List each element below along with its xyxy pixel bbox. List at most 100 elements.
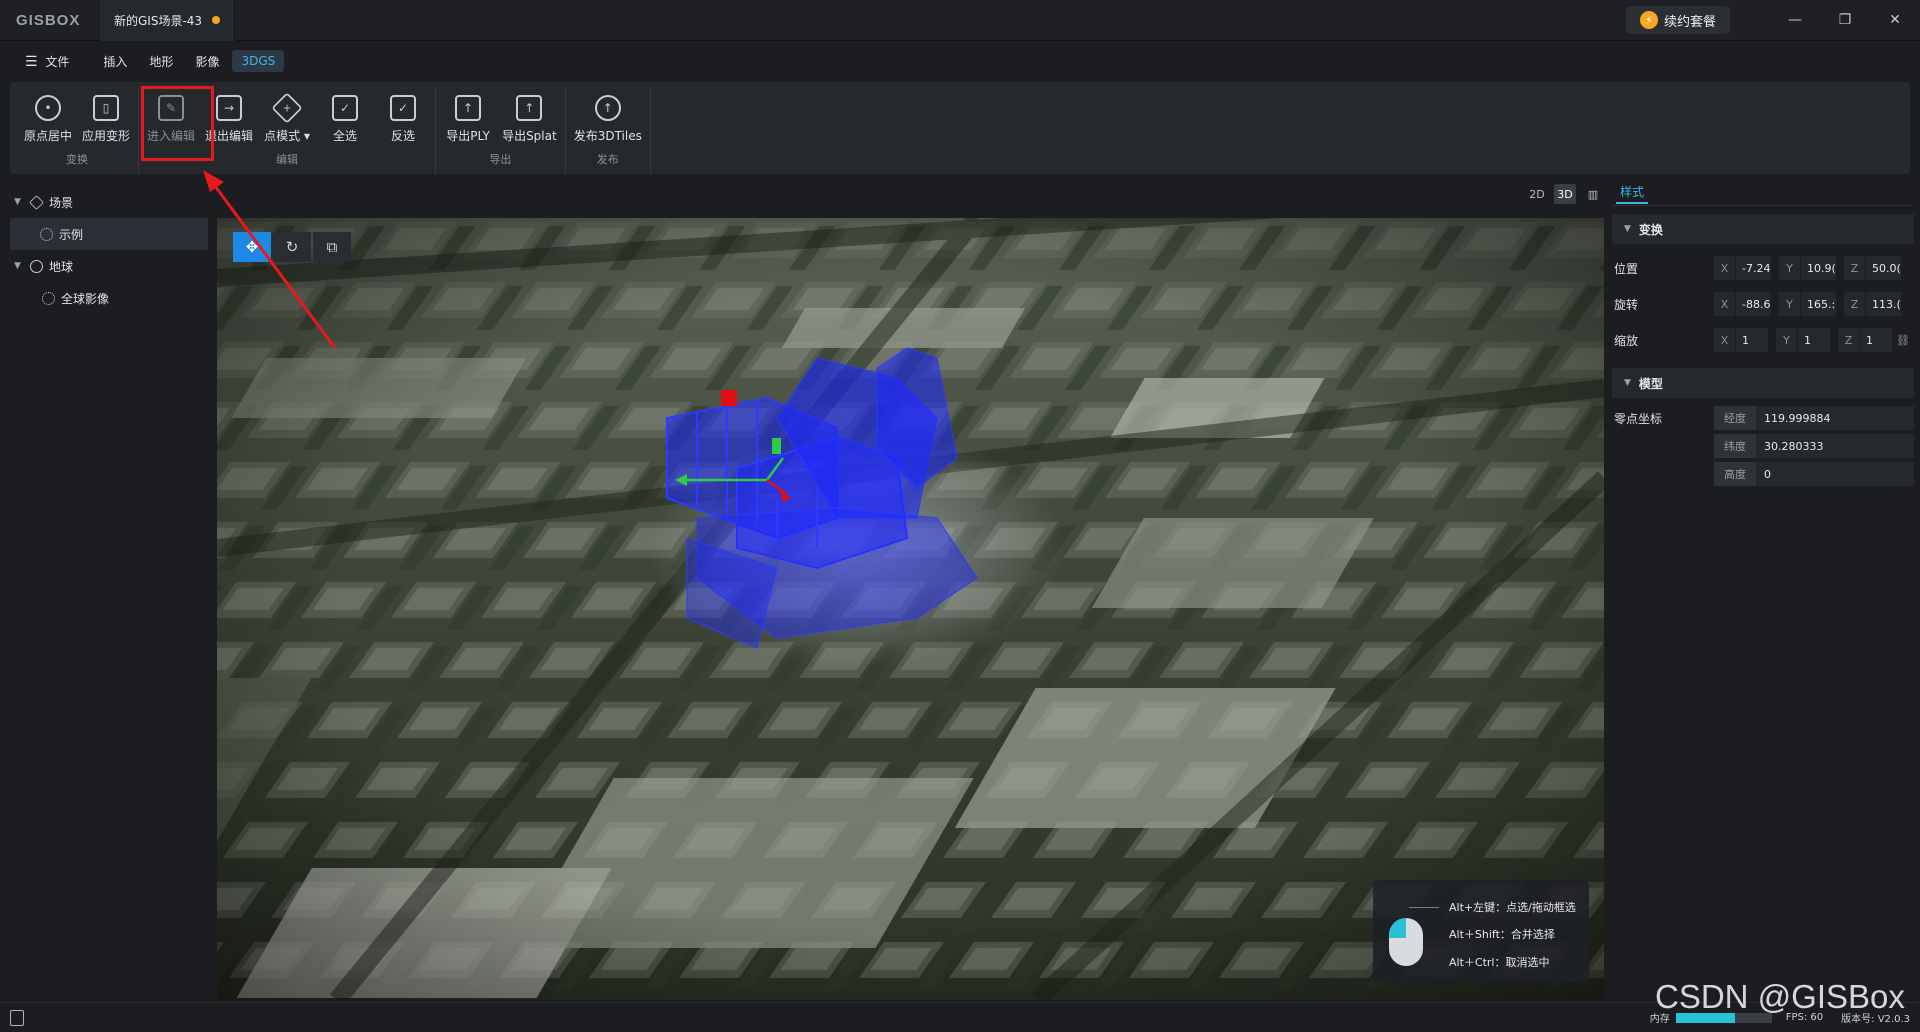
scale-row: 缩放 X1 Y1 Z1 ⛓ — [1612, 322, 1914, 358]
invert-select-icon: ✓ — [390, 94, 417, 121]
caret-down-icon[interactable]: ▼ — [14, 197, 24, 207]
tree-item-label: 全球影像 — [61, 291, 110, 306]
origin-longitude-row: 零点坐标 经度 119.999884 — [1612, 404, 1914, 432]
section-model-header[interactable]: ▼ 模型 — [1612, 368, 1914, 398]
rotation-z-input[interactable]: Z 113.( — [1844, 292, 1901, 316]
scale-z-input[interactable]: Z1 — [1838, 328, 1892, 352]
position-y-input[interactable]: Y 10.9( — [1779, 256, 1836, 280]
ribbon-toolbar: • 原点居中 ▯ 应用变形 变换 ✎ 进入编辑 → 退出编辑 + 点模式 ▾ ✓… — [10, 82, 1910, 174]
bolt-icon: ⚡ — [1639, 11, 1658, 29]
ribbon-group-label: 变换 — [66, 153, 89, 166]
export-splat-button[interactable]: ↑ 导出Splat — [498, 88, 561, 150]
tree-item-example[interactable]: 示例 — [10, 218, 208, 250]
ribbon-group-edit: ✎ 进入编辑 → 退出编辑 + 点模式 ▾ ✓ 全选 ✓ 反选 编辑 — [139, 88, 437, 174]
rotation-y-input[interactable]: Y 165.: — [1779, 292, 1836, 316]
section-transform-header[interactable]: ▼ 变换 — [1612, 214, 1914, 244]
tree-item-scene[interactable]: ▼ 场景 — [0, 186, 214, 218]
invert-select-button[interactable]: ✓ 反选 — [375, 88, 431, 150]
publish-3dtiles-button[interactable]: ↑ 发布3DTiles — [570, 88, 646, 150]
ribbon-group-transform: • 原点居中 ▯ 应用变形 变换 — [16, 88, 140, 174]
view-mode-switch: 2D 3D ▥ — [1526, 184, 1604, 204]
export-icon: ↑ — [455, 94, 482, 121]
unsaved-dot-icon — [212, 16, 221, 24]
scale-y-input[interactable]: Y1 — [1776, 328, 1830, 352]
watermark: CSDN @GISBox — [1655, 978, 1905, 1015]
split-view-button[interactable]: ▥ — [1582, 184, 1604, 204]
menu-bar: ☰ 文件 插入 地形 影像 3DGS — [0, 41, 1920, 81]
exit-edit-icon: → — [216, 94, 243, 121]
menu-terrain[interactable]: 地形 — [140, 49, 182, 74]
cloud-upload-icon: ↑ — [594, 94, 621, 121]
height-input[interactable]: 高度 0 — [1714, 462, 1914, 486]
origin-latitude-row: 纬度 30.280333 — [1612, 432, 1914, 460]
rotation-row: 旋转 X -88.6 Y 165.: Z 113.( — [1612, 286, 1914, 322]
apply-transform-button[interactable]: ▯ 应用变形 — [78, 88, 134, 150]
origin-height-row: 高度 0 — [1612, 460, 1914, 488]
renew-plan-button[interactable]: ⚡ 续约套餐 — [1625, 6, 1730, 34]
export-splat-label: 导出Splat — [502, 128, 557, 143]
scale-x-input[interactable]: X1 — [1714, 328, 1768, 352]
export-ply-label: 导出PLY — [446, 128, 490, 143]
enter-edit-button[interactable]: ✎ 进入编辑 — [143, 88, 199, 150]
section-title: 模型 — [1638, 376, 1663, 391]
center-origin-button[interactable]: • 原点居中 — [20, 88, 76, 150]
view-3d-button[interactable]: 3D — [1554, 184, 1576, 204]
export-icon: ↑ — [516, 94, 543, 121]
document-tab[interactable]: 新的GIS场景-43 — [100, 0, 236, 41]
restore-button[interactable]: ❐ — [1820, 0, 1870, 41]
document-tab-label: 新的GIS场景-43 — [114, 13, 203, 28]
position-row: 位置 X -7.24 Y 10.9( Z 50.0( — [1612, 250, 1914, 286]
select-all-icon: ✓ — [332, 94, 359, 121]
hamburger-icon: ☰ — [25, 53, 38, 70]
caret-down-icon: ▼ — [1624, 378, 1631, 388]
position-label: 位置 — [1614, 261, 1639, 276]
minimize-button[interactable]: — — [1770, 0, 1820, 41]
ribbon-group-label: 编辑 — [276, 153, 299, 166]
position-z-input[interactable]: Z 50.0( — [1844, 256, 1901, 280]
leader-line — [1409, 907, 1439, 908]
exit-edit-label: 退出编辑 — [205, 128, 254, 143]
hint-line: Alt＋Ctrl：取消选中 — [1449, 956, 1550, 969]
longitude-input[interactable]: 经度 119.999884 — [1714, 406, 1914, 430]
points-icon — [42, 291, 55, 305]
menu-file[interactable]: ☰ 文件 — [16, 49, 78, 74]
menu-3dgs[interactable]: 3DGS — [232, 50, 285, 72]
tree-item-earth[interactable]: ▼ 地球 — [0, 250, 214, 282]
notes-icon[interactable] — [10, 1009, 24, 1026]
menu-imagery[interactable]: 影像 — [186, 49, 228, 74]
latitude-input[interactable]: 纬度 30.280333 — [1714, 434, 1914, 458]
tree-item-label: 场景 — [49, 195, 74, 210]
ribbon-group-label: 发布 — [596, 153, 619, 166]
target-icon: • — [35, 94, 61, 121]
cube-icon — [29, 194, 44, 210]
point-mode-icon: + — [271, 91, 303, 124]
status-bar: 内存 FPS: 60 版本号: V2.0.3 — [0, 1002, 1920, 1032]
menu-file-label: 文件 — [45, 54, 70, 69]
caret-down-icon[interactable]: ▼ — [14, 261, 24, 271]
select-all-button[interactable]: ✓ 全选 — [317, 88, 373, 150]
point-mode-label: 点模式 ▾ — [264, 128, 310, 143]
app-logo: GISBOX — [16, 11, 81, 29]
map-icon: ▯ — [93, 94, 120, 121]
export-ply-button[interactable]: ↑ 导出PLY — [440, 88, 496, 150]
menu-insert[interactable]: 插入 — [94, 49, 136, 74]
globe-icon — [30, 259, 43, 273]
rotation-x-input[interactable]: X -88.6 — [1714, 292, 1771, 316]
caret-down-icon: ▼ — [1624, 224, 1631, 234]
invert-select-label: 反选 — [391, 128, 416, 143]
points-icon — [40, 227, 53, 241]
point-mode-button[interactable]: + 点模式 ▾ — [259, 88, 315, 150]
position-x-input[interactable]: X -7.24 — [1714, 256, 1771, 280]
link-scale-icon[interactable]: ⛓ — [1896, 334, 1910, 347]
exit-edit-button[interactable]: → 退出编辑 — [201, 88, 257, 150]
tree-item-label: 地球 — [49, 259, 74, 274]
move-tool-button[interactable]: ✥ — [233, 232, 271, 262]
tab-style[interactable]: 样式 — [1616, 181, 1649, 204]
tree-item-global-imagery[interactable]: 全球影像 — [0, 282, 214, 314]
close-button[interactable]: ✕ — [1870, 0, 1920, 41]
rotate-tool-button[interactable]: ↻ — [273, 232, 311, 262]
mouse-icon — [1389, 918, 1423, 966]
scale-tool-button[interactable]: ⧉ — [313, 232, 351, 262]
title-bar: GISBOX 新的GIS场景-43 ⚡ 续约套餐 — ❐ ✕ — [0, 0, 1920, 41]
view-2d-button[interactable]: 2D — [1526, 184, 1548, 204]
